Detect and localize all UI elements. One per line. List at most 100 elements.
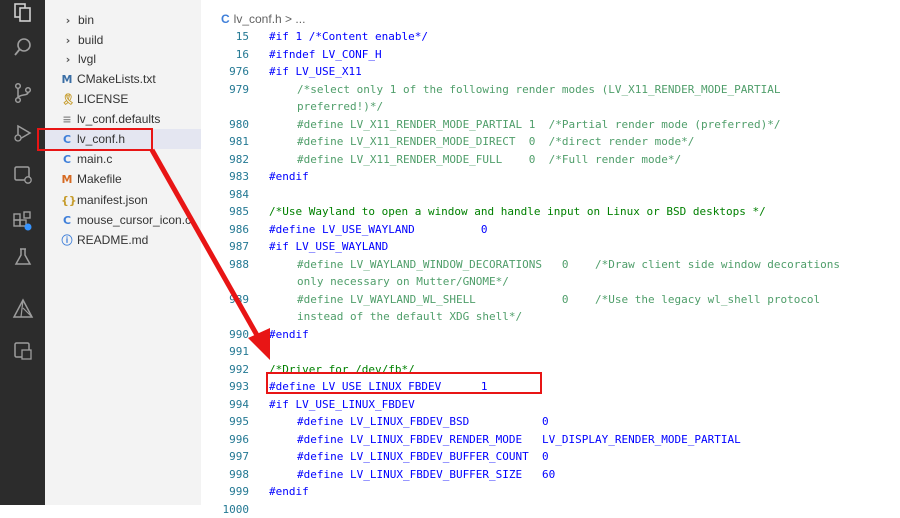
line-number: 995 — [229, 415, 249, 428]
code-line[interactable]: instead of the default XDG shell*/ — [201, 308, 900, 325]
code-text: #define LV_USE_WAYLAND 0 — [269, 222, 488, 236]
code-line[interactable]: 987 #if LV_USE_WAYLAND — [201, 238, 900, 255]
cmake-icon[interactable] — [10, 296, 36, 322]
line-number: 997 — [229, 450, 249, 463]
highlight-box-line — [266, 372, 542, 394]
explorer-item[interactable]: › lvgl — [45, 49, 218, 69]
c-header-file-icon: C — [221, 12, 230, 26]
explorer-item[interactable]: Cmouse_cursor_icon.c — [45, 210, 217, 230]
line-number: 982 — [229, 152, 249, 166]
breadcrumb-symbol[interactable]: ... — [295, 12, 305, 26]
line-number: 976 — [229, 65, 249, 78]
explorer-item-label: CMakeLists.txt — [77, 72, 156, 86]
code-text: #if LV_USE_LINUX_FBDEV — [269, 397, 415, 411]
search-icon[interactable] — [10, 34, 36, 60]
code-line[interactable]: 999 #endif — [201, 483, 900, 500]
code-line[interactable]: 15 #if 1 /*Content enable*/ — [201, 28, 900, 45]
testing-icon[interactable] — [10, 244, 36, 270]
c-file-icon: C — [62, 152, 72, 166]
explorer-item[interactable]: › bin — [45, 10, 218, 30]
code-text: #define LV_X11_RENDER_MODE_DIRECT 0 /*di… — [297, 135, 695, 148]
code-text: #endif — [269, 327, 309, 341]
line-number: 987 — [229, 240, 249, 253]
code-editor[interactable]: Clv_conf.h > ... 15 #if 1 /*Content enabl… — [201, 0, 900, 516]
code-line[interactable]: 995 #define LV_LINUX_FBDEV_BSD 0 — [201, 413, 900, 430]
explorer-item-label: build — [78, 33, 104, 47]
line-number: 981 — [229, 135, 249, 148]
extensions-icon[interactable] — [10, 208, 36, 234]
makefile-icon: M — [61, 172, 73, 186]
explorer-item[interactable]: {} manifest.json — [45, 190, 217, 210]
code-line[interactable]: 988 #define LV_WAYLAND_WINDOW_DECORATIONS… — [201, 256, 900, 273]
code-line[interactable]: 980 #define LV_X11_RENDER_MODE_PARTIAL 1 … — [201, 116, 900, 133]
explorer-item-label: Makefile — [77, 172, 122, 186]
code-line[interactable]: 986 #define LV_USE_WAYLAND 0 — [201, 221, 900, 238]
code-text: preferred!)*/ — [297, 100, 384, 113]
explorer-icon[interactable] — [10, 0, 36, 26]
line-number: 994 — [229, 397, 249, 411]
code-line[interactable]: preferred!)*/ — [201, 98, 900, 115]
code-text: only necessary on Mutter/GNOME*/ — [297, 275, 509, 288]
code-text: #endif — [269, 485, 309, 498]
cmake-file-icon: M — [61, 72, 73, 86]
line-number: 983 — [229, 170, 249, 183]
explorer-item[interactable]: › build — [45, 30, 218, 50]
code-line[interactable]: 981 #define LV_X11_RENDER_MODE_DIRECT 0 /… — [201, 133, 900, 150]
code-text: #define LV_LINUX_FBDEV_RENDER_MODE LV_DI… — [297, 432, 741, 446]
source-control-icon[interactable] — [10, 80, 36, 106]
activity-bar — [0, 0, 45, 505]
code-line[interactable]: 976 #if LV_USE_X11 — [201, 63, 900, 80]
breadcrumb-file[interactable]: lv_conf.h — [234, 12, 282, 26]
code-text: #ifndef LV_CONF_H — [269, 47, 382, 61]
explorer-item[interactable]: Cmain.c — [45, 149, 217, 169]
explorer-item[interactable]: M CMakeLists.txt — [45, 69, 217, 89]
code-line[interactable]: 997 #define LV_LINUX_FBDEV_BUFFER_COUNT 0 — [201, 448, 900, 465]
container-icon[interactable] — [10, 338, 36, 364]
line-number: 979 — [229, 82, 249, 96]
code-text: #define LV_WAYLAND_WL_SHELL 0 /*Use the … — [297, 292, 821, 306]
explorer-item-label: lv_conf.defaults — [77, 112, 161, 126]
code-line[interactable]: 982 #define LV_X11_RENDER_MODE_FULL 0 /*F… — [201, 151, 900, 168]
code-text: #define LV_LINUX_FBDEV_BUFFER_COUNT 0 — [297, 450, 549, 463]
code-line[interactable]: 983 #endif — [201, 168, 900, 185]
code-line[interactable]: 1000 — [201, 501, 900, 518]
code-text: #define LV_LINUX_FBDEV_BUFFER_SIZE 60 — [297, 467, 556, 481]
line-number: 992 — [229, 362, 249, 376]
line-number: 999 — [229, 485, 249, 498]
code-line[interactable]: only necessary on Mutter/GNOME*/ — [201, 273, 900, 290]
explorer-item-label: main.c — [77, 152, 113, 166]
code-text: #define LV_X11_RENDER_MODE_FULL 0 /*Full… — [297, 152, 682, 166]
c-file-icon: C — [62, 213, 72, 227]
line-number: 1000 — [222, 502, 250, 516]
code-line[interactable]: 985 /*Use Wayland to open a window and ha… — [201, 203, 900, 220]
explorer-item[interactable]: 🎗 LICENSE — [45, 89, 217, 109]
code-line[interactable]: 991 — [201, 343, 900, 360]
chevron-right-icon: › — [65, 33, 71, 47]
line-number: 993 — [229, 380, 249, 393]
explorer-panel: › bin › build › lvgl M CMakeLists.txt 🎗 LICENSE ≡ l… — [45, 0, 217, 505]
code-line[interactable]: 994 #if LV_USE_LINUX_FBDEV — [201, 396, 900, 413]
run-debug-icon[interactable] — [10, 120, 36, 146]
code-line[interactable]: 998 #define LV_LINUX_FBDEV_BUFFER_SIZE 60 — [201, 466, 900, 483]
code-text: #define LV_LINUX_FBDEV_BSD 0 — [297, 415, 549, 428]
code-line[interactable]: 979 /*select only 1 of the following rend… — [201, 81, 900, 98]
code-line[interactable]: 16 #ifndef LV_CONF_H — [201, 46, 900, 63]
code-line[interactable]: 989 #define LV_WAYLAND_WL_SHELL 0 /*Use t… — [201, 291, 900, 308]
breadcrumb[interactable]: Clv_conf.h > ... — [221, 12, 305, 26]
code-line[interactable]: 990 #endif — [201, 326, 900, 343]
explorer-item[interactable]: ≡ lv_conf.defaults — [45, 109, 217, 129]
line-number: 15 — [235, 30, 249, 43]
code-line[interactable]: 984 — [201, 186, 900, 203]
license-file-icon: 🎗 — [61, 92, 75, 106]
explorer-item[interactable]: M Makefile — [45, 169, 217, 189]
text-file-icon: ≡ — [62, 112, 72, 126]
highlight-box-file — [37, 128, 153, 151]
remote-explorer-icon[interactable] — [10, 162, 36, 188]
info-icon: ⓘ — [61, 234, 73, 247]
code-text: instead of the default XDG shell*/ — [297, 310, 523, 323]
explorer-item[interactable]: ⓘ README.md — [45, 230, 217, 250]
chevron-right-icon: › — [65, 13, 71, 27]
code-line[interactable]: 996 #define LV_LINUX_FBDEV_RENDER_MODE LV… — [201, 431, 900, 448]
explorer-item-label: README.md — [77, 233, 149, 247]
explorer-item-label: manifest.json — [77, 193, 148, 207]
